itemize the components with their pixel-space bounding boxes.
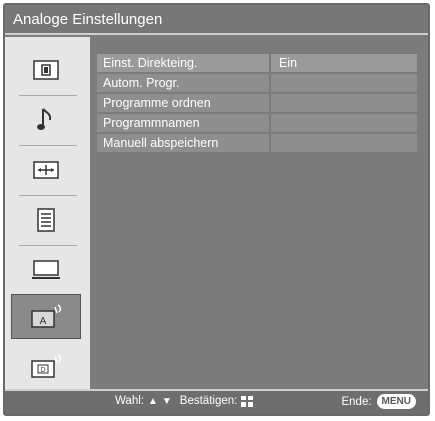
select-hint-label: Wahl: bbox=[115, 395, 144, 407]
digital-antenna-icon: D bbox=[31, 353, 62, 378]
picture-icon bbox=[33, 59, 59, 80]
row-value: Ein bbox=[269, 54, 417, 72]
row-value bbox=[269, 114, 417, 132]
sidebar-divider bbox=[19, 145, 77, 146]
menu-row-program-names[interactable]: Programmnamen bbox=[97, 114, 417, 132]
screen-format-icon bbox=[33, 160, 59, 179]
sidebar-divider bbox=[19, 195, 77, 196]
sidebar-item-screen[interactable] bbox=[11, 147, 81, 192]
menu-row-manual-store[interactable]: Manuell abspeichern bbox=[97, 134, 417, 152]
music-note-icon bbox=[37, 107, 52, 130]
analog-antenna-icon: A bbox=[31, 303, 62, 328]
confirm-hint-label: Bestätigen: bbox=[179, 395, 238, 407]
footer-help-left: Wahl: ▲ ▼ Bestätigen: bbox=[115, 395, 254, 407]
menu-key-icon: MENU bbox=[376, 394, 416, 409]
menu-window: Analoge Einstellungen A D Einst. Direkte… bbox=[3, 3, 430, 416]
svg-text:D: D bbox=[40, 367, 45, 374]
sidebar-divider bbox=[19, 245, 77, 246]
row-value bbox=[269, 94, 417, 112]
enter-key-icon bbox=[241, 395, 254, 407]
settings-list: Einst. Direkteing. Ein Autom. Progr. Pro… bbox=[90, 37, 428, 395]
row-label: Programmnamen bbox=[103, 116, 200, 130]
sidebar-divider bbox=[19, 95, 77, 96]
menu-row-sort-programs[interactable]: Programme ordnen bbox=[97, 94, 417, 112]
list-settings-icon bbox=[37, 207, 55, 232]
help-footer: Wahl: ▲ ▼ Bestätigen: Ende: MENU bbox=[5, 389, 428, 414]
row-value bbox=[269, 74, 417, 92]
sidebar-item-digital[interactable]: D bbox=[11, 344, 81, 389]
arrow-down-icon: ▼ bbox=[161, 395, 172, 407]
category-sidebar: A D bbox=[5, 37, 90, 395]
pc-monitor-icon bbox=[32, 259, 60, 279]
menu-row-auto-program[interactable]: Autom. Progr. bbox=[97, 74, 417, 92]
sidebar-item-picture[interactable] bbox=[11, 47, 81, 92]
menu-title: Analoge Einstellungen bbox=[5, 5, 428, 35]
arrow-up-icon: ▲ bbox=[147, 395, 158, 407]
row-label: Programme ordnen bbox=[103, 96, 211, 110]
footer-help-right: Ende: MENU bbox=[341, 394, 416, 409]
row-value bbox=[269, 134, 417, 152]
sidebar-item-sound[interactable] bbox=[11, 97, 81, 142]
menu-row-direct-input[interactable]: Einst. Direkteing. Ein bbox=[97, 54, 417, 72]
svg-text:A: A bbox=[40, 316, 47, 327]
row-label: Einst. Direkteing. bbox=[103, 56, 198, 70]
sidebar-item-setup[interactable] bbox=[11, 197, 81, 242]
row-label: Autom. Progr. bbox=[103, 76, 180, 90]
sidebar-item-pc[interactable] bbox=[11, 247, 81, 292]
row-label: Manuell abspeichern bbox=[103, 136, 219, 150]
sidebar-item-analog[interactable]: A bbox=[11, 294, 81, 339]
end-hint-label: Ende: bbox=[341, 395, 372, 408]
